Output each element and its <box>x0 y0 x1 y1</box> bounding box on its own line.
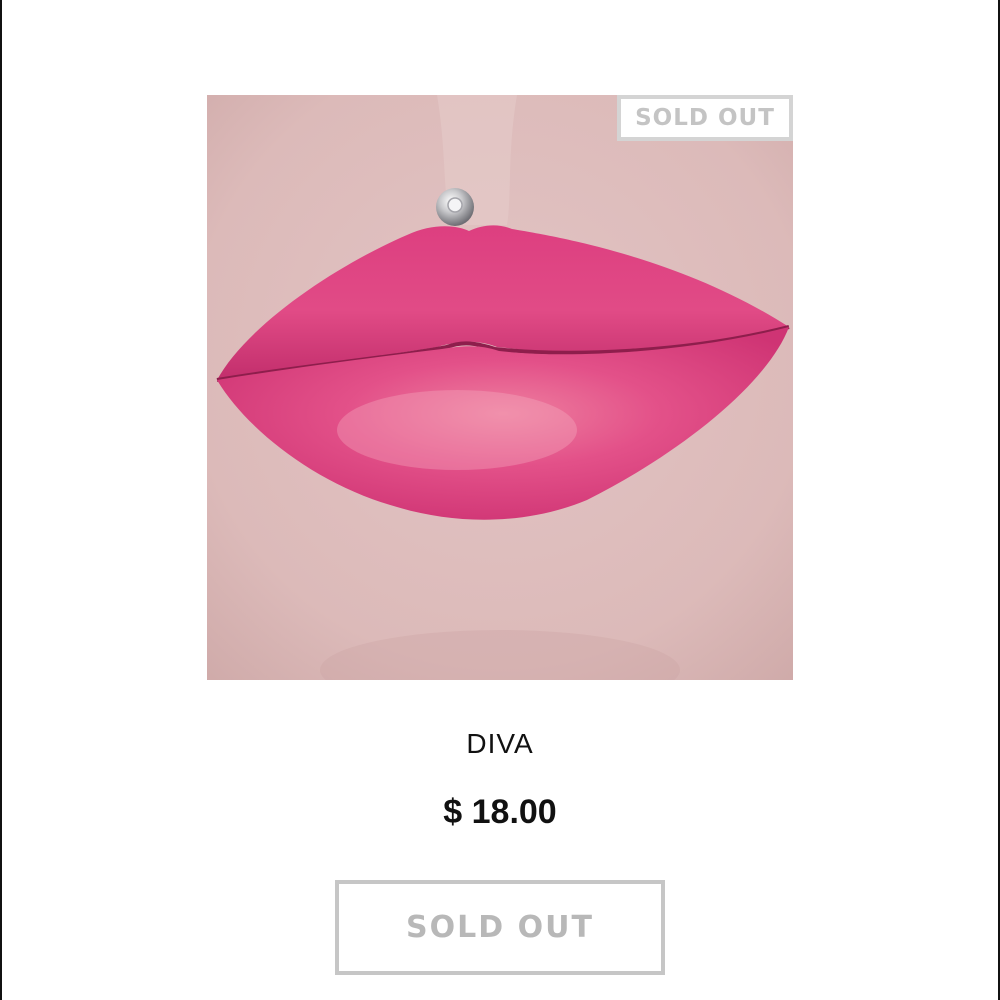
sold-out-button[interactable]: SOLD OUT <box>335 880 665 975</box>
product-image-link[interactable]: SOLD OUT <box>207 95 793 680</box>
sold-out-badge: SOLD OUT <box>617 95 793 141</box>
product-card: SOLD OUT DIVA $ 18.00 SOLD OUT <box>0 0 1000 1000</box>
lip-piercing-stud-icon <box>436 188 474 226</box>
product-price: $ 18.00 <box>443 793 557 831</box>
product-swatch-photo <box>207 95 793 680</box>
product-title[interactable]: DIVA <box>2 728 998 760</box>
